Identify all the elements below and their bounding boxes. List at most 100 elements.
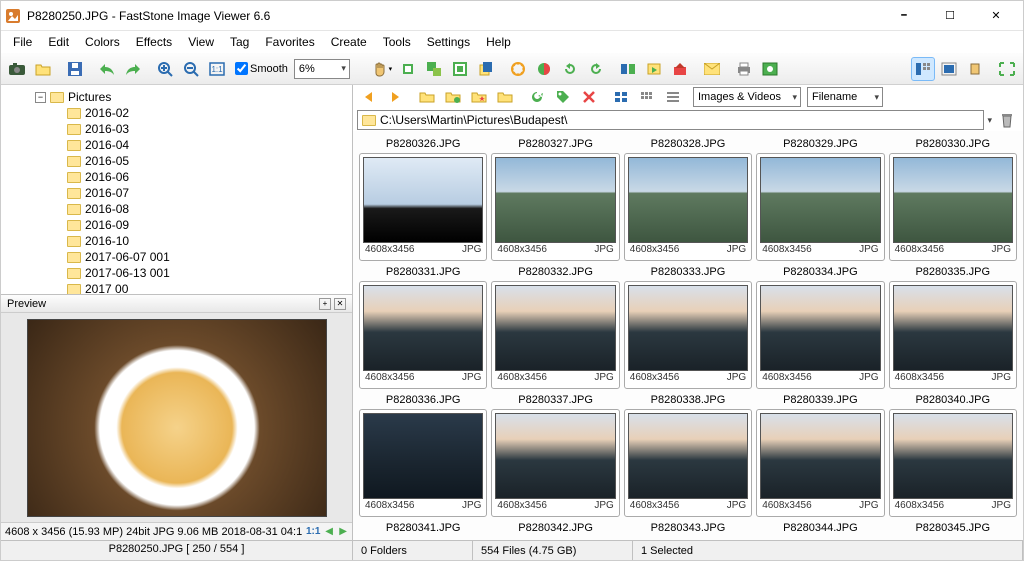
rotate-left-icon[interactable] [558, 57, 582, 81]
menu-tag[interactable]: Tag [222, 33, 257, 51]
hand-icon[interactable]: ▾ [370, 57, 394, 81]
redo-icon[interactable] [121, 57, 145, 81]
prev-icon[interactable]: ◀ [324, 526, 334, 538]
zoom-dropdown[interactable]: 6% [294, 59, 350, 79]
sort-dropdown[interactable]: Filename [807, 87, 883, 107]
menu-favorites[interactable]: Favorites [257, 33, 322, 51]
folder-new-icon[interactable] [441, 85, 465, 109]
email-icon[interactable] [700, 57, 724, 81]
rotate-right-icon[interactable] [584, 57, 608, 81]
thumb-card[interactable]: 4608x3456JPG [756, 153, 884, 261]
recycle-icon[interactable] [995, 108, 1019, 132]
menu-effects[interactable]: Effects [128, 33, 180, 51]
tag-icon[interactable] [551, 85, 575, 109]
save-icon[interactable] [63, 57, 87, 81]
tree-node[interactable]: 2016-08 [1, 201, 352, 217]
thumb-card[interactable]: 4608x3456JPG [491, 409, 619, 517]
zoom-in-icon[interactable] [153, 57, 177, 81]
ratio-1-1-icon[interactable]: 1:1 [306, 526, 320, 538]
thumb-card[interactable]: 4608x3456JPG [756, 409, 884, 517]
view-single-icon[interactable] [963, 57, 987, 81]
slideshow-icon[interactable] [642, 57, 666, 81]
zoom-out-icon[interactable] [179, 57, 203, 81]
next-icon[interactable]: ▶ [338, 526, 348, 538]
tree-node[interactable]: 2016-07 [1, 185, 352, 201]
tree-node[interactable]: 2016-04 [1, 137, 352, 153]
tree-label: 2016-03 [85, 122, 129, 136]
tree-node[interactable]: 2017-06-07 001 [1, 249, 352, 265]
folder-tree[interactable]: − Pictures 2016-022016-032016-042016-052… [1, 85, 352, 295]
delete-icon[interactable] [577, 85, 601, 109]
tree-node[interactable]: 2017 00 [1, 281, 352, 295]
thumb-card[interactable]: 4608x3456JPG [756, 281, 884, 389]
fullscreen-icon[interactable] [995, 57, 1019, 81]
canvas-icon[interactable] [448, 57, 472, 81]
view-large-icon[interactable] [609, 85, 633, 109]
thumb-card[interactable]: 4608x3456JPG [359, 281, 487, 389]
menu-create[interactable]: Create [323, 33, 375, 51]
menu-file[interactable]: File [5, 33, 40, 51]
path-dropdown-icon[interactable]: ▾ [987, 115, 992, 126]
minimize-button[interactable] [881, 1, 927, 31]
thumb-card[interactable]: 4608x3456JPG [889, 153, 1017, 261]
close-button[interactable] [973, 1, 1019, 31]
thumb-card[interactable]: 4608x3456JPG [359, 409, 487, 517]
view-filter-dropdown[interactable]: Images & Videos [693, 87, 801, 107]
smooth-checkbox[interactable]: Smooth [235, 62, 288, 75]
tree-label: 2016-06 [85, 170, 129, 184]
menu-edit[interactable]: Edit [40, 33, 77, 51]
view-thumbnails-icon[interactable] [911, 57, 935, 81]
undo-icon[interactable] [95, 57, 119, 81]
tree-node[interactable]: 2016-06 [1, 169, 352, 185]
thumbnail-grid[interactable]: P8280326.JPGP8280327.JPGP8280328.JPGP828… [353, 131, 1023, 540]
thumb-card[interactable]: 4608x3456JPG [889, 409, 1017, 517]
wallpaper-icon[interactable] [758, 57, 782, 81]
thumb-card[interactable]: 4608x3456JPG [491, 153, 619, 261]
view-list-icon[interactable] [661, 85, 685, 109]
thumb-card[interactable]: 4608x3456JPG [624, 281, 752, 389]
menu-view[interactable]: View [180, 33, 222, 51]
resize-icon[interactable] [422, 57, 446, 81]
folder-explore-icon[interactable] [415, 85, 439, 109]
menu-colors[interactable]: Colors [77, 33, 128, 51]
tree-node-pictures[interactable]: − Pictures [1, 89, 352, 105]
path-input[interactable]: C:\Users\Martin\Pictures\Budapest\ [357, 110, 984, 130]
tree-node[interactable]: 2016-02 [1, 105, 352, 121]
folder-open-icon[interactable] [493, 85, 517, 109]
preview-close-icon[interactable]: ✕ [334, 298, 346, 310]
actual-size-icon[interactable]: 1:1 [205, 57, 229, 81]
refresh-icon[interactable] [525, 85, 549, 109]
maximize-button[interactable] [927, 1, 973, 31]
folder-fav-icon[interactable] [467, 85, 491, 109]
nav-forward-icon[interactable] [383, 85, 407, 109]
color-icon[interactable] [532, 57, 556, 81]
builder-icon[interactable] [668, 57, 692, 81]
compare-icon[interactable] [616, 57, 640, 81]
tree-node[interactable]: 2016-10 [1, 233, 352, 249]
menu-settings[interactable]: Settings [419, 33, 478, 51]
thumb-card[interactable]: 4608x3456JPG [624, 409, 752, 517]
tree-node[interactable]: 2017-06-13 001 [1, 265, 352, 281]
view-browser-icon[interactable] [937, 57, 961, 81]
preview-plus-icon[interactable]: + [319, 298, 331, 310]
view-small-icon[interactable] [635, 85, 659, 109]
menu-tools[interactable]: Tools [375, 33, 419, 51]
thumb-card[interactable]: 4608x3456JPG [491, 281, 619, 389]
nav-back-icon[interactable] [357, 85, 381, 109]
thumb-card[interactable]: 4608x3456JPG [359, 153, 487, 261]
adjust-icon[interactable] [506, 57, 530, 81]
thumb-card[interactable]: 4608x3456JPG [889, 281, 1017, 389]
tree-node[interactable]: 2016-09 [1, 217, 352, 233]
acquire-icon[interactable] [5, 57, 29, 81]
print-icon[interactable] [732, 57, 756, 81]
clone-icon[interactable] [474, 57, 498, 81]
crop-icon[interactable] [396, 57, 420, 81]
tree-node[interactable]: 2016-03 [1, 121, 352, 137]
thumb-card[interactable]: 4608x3456JPG [624, 153, 752, 261]
open-icon[interactable] [31, 57, 55, 81]
tree-node[interactable]: 2016-05 [1, 153, 352, 169]
menu-help[interactable]: Help [478, 33, 519, 51]
tree-label: 2016-09 [85, 218, 129, 232]
thumb-filename: P8280345.JPG [889, 522, 1017, 534]
preview-pane[interactable] [1, 313, 352, 522]
